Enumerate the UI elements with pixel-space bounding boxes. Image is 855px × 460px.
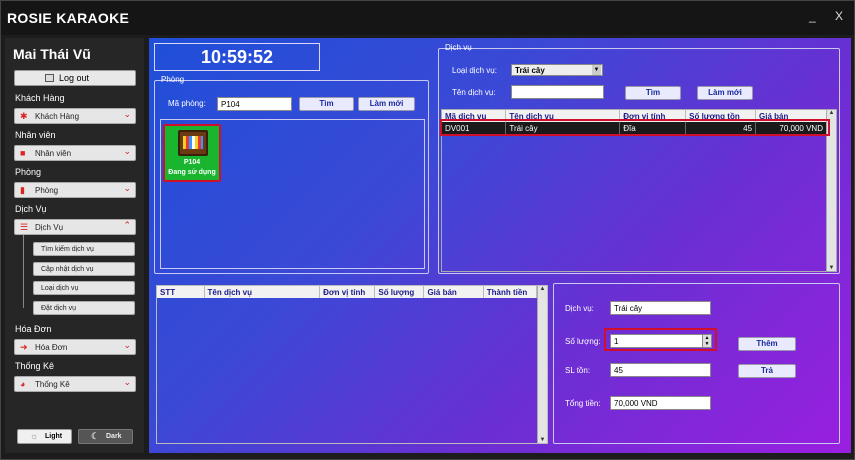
close-button[interactable]: X	[835, 9, 843, 23]
hoa-don-button[interactable]: ➜ Hóa Đơn ⌄	[14, 339, 136, 355]
section-nhan-vien-title: Nhân viên	[15, 130, 56, 140]
minimize-button[interactable]: _	[809, 9, 816, 23]
sub-tim-kiem-dich-vu[interactable]: Tìm kiếm dịch vụ	[33, 242, 135, 256]
section-khach-hang-title: Khách Hàng	[15, 93, 65, 103]
svc-label: Dịch vụ:	[565, 304, 594, 313]
section-dich-vu-title: Dịch Vụ	[15, 204, 47, 214]
stock-input[interactable]: 45	[610, 363, 711, 377]
order-col-header[interactable]: Đơn vị tính	[319, 286, 376, 298]
pie-chart-icon: ◕	[20, 379, 26, 389]
chevron-down-icon: ⌄	[123, 377, 131, 387]
chevron-down-icon: ⌄	[123, 340, 131, 350]
ma-phong-input[interactable]: P104	[217, 97, 292, 111]
order-col-header[interactable]: Tên dịch vụ	[204, 286, 321, 298]
section-thong-ke-title: Thống Kê	[15, 361, 55, 371]
sub-dat-dich-vu[interactable]: Đặt dịch vụ	[33, 301, 135, 315]
order-col-header[interactable]: Số lượng	[374, 286, 425, 298]
dark-theme-button[interactable]: ☾ Dark	[78, 429, 133, 444]
order-col-header[interactable]: Thành tiền	[483, 286, 538, 298]
qty-input[interactable]: 1	[610, 334, 712, 348]
service-icon: ☰	[20, 222, 29, 232]
dichvu-search-button[interactable]: Tìm	[625, 86, 681, 100]
order-col-header[interactable]: STT	[157, 286, 205, 298]
main-panel: 10:59:52 Phòng Mã phòng: P104 Tìm Làm mớ…	[149, 38, 851, 453]
total-input[interactable]: 70,000 VND	[610, 396, 711, 410]
room-code: P104	[183, 159, 201, 166]
tra-button[interactable]: Trả	[738, 364, 796, 378]
dich-vu-button[interactable]: ☰ Dịch Vụ ⌃	[14, 219, 136, 235]
stock-label: SL tồn:	[565, 366, 591, 375]
nhan-vien-button[interactable]: ■ Nhân viên ⌄	[14, 145, 136, 161]
person-icon: ✱	[20, 111, 28, 121]
moon-icon: ☾	[91, 431, 100, 441]
order-col-header[interactable]: Giá bán	[423, 286, 484, 298]
sub-loai-dich-vu[interactable]: Loại dịch vụ	[33, 281, 135, 295]
room-icon: ▮	[20, 185, 25, 195]
thong-ke-button[interactable]: ◕ Thống Kê ⌄	[14, 376, 136, 392]
chevron-up-icon: ⌃	[123, 220, 131, 230]
dropdown-arrow-icon: ▼	[592, 65, 601, 75]
light-theme-button[interactable]: ☼ Light	[17, 429, 72, 444]
dichvu-group-title: Dịch vụ	[445, 43, 472, 52]
qty-label: Số lượng:	[565, 337, 601, 346]
invoice-icon: ➜	[20, 342, 28, 352]
section-phong-title: Phòng	[15, 167, 42, 177]
ten-dich-vu-label: Tên dịch vụ:	[452, 88, 496, 97]
logout-label: Log out	[59, 73, 90, 83]
loai-dich-vu-label: Loại dịch vụ:	[452, 66, 497, 75]
order-form: Dịch vụ: Trái cây Số lượng: 1 ▲ ▼ Thêm SL…	[553, 283, 840, 444]
chevron-down-icon: ⌄	[123, 183, 131, 193]
tv-icon	[178, 130, 208, 156]
khach-hang-button[interactable]: ✱ Khách Hàng ⌄	[14, 108, 136, 124]
phong-button[interactable]: ▮ Phòng ⌄	[14, 182, 136, 198]
logout-icon	[45, 74, 54, 82]
chevron-down-icon: ⌄	[123, 146, 131, 156]
logout-button[interactable]: Log out	[14, 70, 136, 86]
sub-cap-nhat-dich-vu[interactable]: Cập nhật dịch vụ	[33, 262, 135, 276]
selected-row-highlight	[440, 119, 830, 136]
ma-phong-label: Mã phòng:	[168, 99, 206, 108]
app-title: ROSIE KARAOKE	[7, 10, 130, 26]
title-bar: ROSIE KARAOKE _ X	[1, 1, 854, 35]
phong-group: Phòng Mã phòng: P104 Tìm Làm mới P104 Đa…	[154, 75, 429, 274]
app-window: ROSIE KARAOKE _ X Mai Thái Vũ Log out Kh…	[0, 0, 855, 460]
loai-dich-vu-value: Trái cây	[515, 66, 545, 75]
order-table-wrap: STT Tên dịch vụ Đơn vị tính Số lượng Giá bán…	[156, 285, 548, 444]
sidebar: Mai Thái Vũ Log out Khách Hàng ✱ Khách H…	[5, 38, 144, 453]
dichvu-reset-button[interactable]: Làm mới	[697, 86, 753, 100]
dark-label: Dark	[106, 433, 122, 440]
them-button[interactable]: Thêm	[738, 337, 796, 351]
total-label: Tổng tiền:	[565, 399, 601, 408]
dichvu-group: Dịch vụ Loại dịch vụ: Trái cây ▼ Tên dịc…	[438, 43, 840, 274]
phong-search-button[interactable]: Tìm	[299, 97, 354, 111]
phong-reset-button[interactable]: Làm mới	[358, 97, 415, 111]
section-hoa-don-title: Hóa Đơn	[15, 324, 52, 334]
order-table: STT Tên dịch vụ Đơn vị tính Số lượng Giá bán…	[157, 286, 538, 298]
clock: 10:59:52	[154, 43, 320, 71]
ten-dich-vu-input[interactable]	[511, 85, 604, 99]
qty-spinner[interactable]: ▲ ▼	[702, 335, 711, 347]
svc-input[interactable]: Trái cây	[610, 301, 711, 315]
room-status: Đang sử dụng	[168, 169, 216, 176]
user-name: Mai Thái Vũ	[13, 46, 91, 62]
sun-icon: ☼	[30, 431, 39, 441]
light-label: Light	[45, 433, 63, 440]
order-table-scrollbar[interactable]: ▲ ▼	[537, 286, 547, 443]
employee-icon: ■	[20, 148, 26, 158]
loai-dich-vu-select[interactable]: Trái cây ▼	[511, 64, 603, 76]
room-card[interactable]: P104 Đang sử dụng	[163, 124, 221, 182]
phong-group-title: Phòng	[161, 75, 185, 84]
submenu-connector	[23, 235, 24, 308]
chevron-down-icon: ⌄	[123, 109, 131, 119]
